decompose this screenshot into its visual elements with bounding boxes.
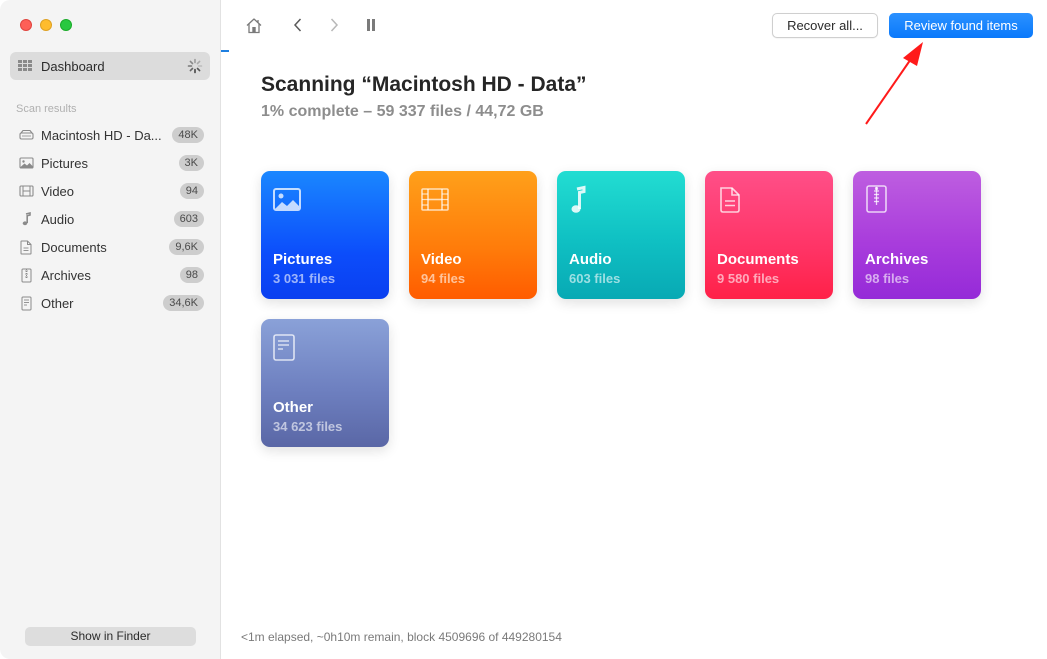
pause-button[interactable] [359,14,383,36]
home-button[interactable] [242,14,266,36]
sidebar-item-label: Video [41,183,75,199]
card-file-count: 3 031 files [273,271,336,286]
category-card-pictures[interactable]: Pictures 3 031 files [261,171,389,299]
category-card-audio[interactable]: Audio 603 files [557,171,685,299]
maximize-window-button[interactable] [60,19,72,31]
card-title: Other [273,399,314,416]
card-title: Documents [717,251,799,268]
sidebar-item-label: Dashboard [41,58,105,74]
forward-button[interactable] [322,14,346,36]
count-badge: 603 [173,211,204,227]
music-note-icon [571,185,586,213]
spinner-icon [187,58,203,74]
drive-icon [18,127,34,143]
archive-icon [866,185,887,213]
back-button[interactable] [286,14,310,36]
sidebar: Dashboard Scan results Macintosh HD - Da… [0,0,221,659]
show-in-finder-button[interactable]: Show in Finder [25,627,196,646]
category-card-archives[interactable]: Archives 98 files [853,171,981,299]
category-card-documents[interactable]: Documents 9 580 files [705,171,833,299]
card-file-count: 98 files [865,271,910,286]
count-badge: 98 [179,267,204,283]
home-icon [246,17,262,33]
document-icon [18,239,34,255]
sidebar-item-other[interactable]: Other 34,6K [0,289,221,317]
grid-icon [18,59,33,73]
minimize-window-button[interactable] [40,19,52,31]
sidebar-item-pictures[interactable]: Pictures 3K [0,149,221,177]
film-icon [421,188,449,211]
chevron-right-icon [330,18,339,32]
sidebar-item-label: Other [41,295,74,311]
film-icon [18,183,34,199]
window-controls [20,19,72,31]
document-icon [720,187,740,213]
sidebar-item-label: Archives [41,267,91,283]
sidebar-item-documents[interactable]: Documents 9,6K [0,233,221,261]
sidebar-item-label: Macintosh HD - Da... [41,127,162,143]
card-title: Video [421,251,462,268]
review-found-items-button[interactable]: Review found items [889,13,1033,38]
card-file-count: 603 files [569,271,621,286]
card-title: Pictures [273,251,333,268]
main-content: Recover all... Review found items Scanni… [221,0,1047,659]
close-window-button[interactable] [20,19,32,31]
annotation-arrow-icon [865,42,923,125]
card-file-count: 34 623 files [273,419,343,434]
card-file-count: 9 580 files [717,271,780,286]
picture-icon [18,155,34,171]
card-file-count: 94 files [421,271,466,286]
sidebar-item-video[interactable]: Video 94 [0,177,221,205]
picture-icon [273,188,301,211]
app-window: Dashboard Scan results Macintosh HD - Da… [0,0,1047,659]
scan-status-text: <1m elapsed, ~0h10m remain, block 450969… [241,630,562,644]
sidebar-item-label: Audio [41,211,75,227]
section-title-scan-results: Scan results [16,103,77,115]
pause-icon [367,19,375,31]
chevron-left-icon [293,18,302,32]
sidebar-item-audio[interactable]: Audio 603 [0,205,221,233]
scan-results-list: Macintosh HD - Da... 48K Pictures 3K Vid… [0,121,221,317]
card-title: Archives [865,251,929,268]
category-card-other[interactable]: Other 34 623 files [261,319,389,447]
sidebar-item-dashboard[interactable]: Dashboard [10,52,210,80]
count-badge: 9,6K [169,239,204,255]
file-icon [273,334,295,361]
count-badge: 48K [172,127,204,143]
recover-all-button[interactable]: Recover all... [772,13,878,38]
music-note-icon [18,211,34,227]
page-title: Scanning “Macintosh HD - Data” [261,73,587,96]
scan-summary: 1% complete – 59 337 files / 44,72 GB [261,103,544,120]
category-card-video[interactable]: Video 94 files [409,171,537,299]
sidebar-item-label: Pictures [41,155,88,171]
count-badge: 3K [178,155,204,171]
archive-icon [18,267,34,283]
card-title: Audio [569,251,612,268]
sidebar-item-label: Documents [41,239,107,255]
sidebar-item-archives[interactable]: Archives 98 [0,261,221,289]
file-icon [18,295,34,311]
count-badge: 94 [179,183,204,199]
scan-progress-bar [221,50,229,52]
sidebar-item-macintosh-hd[interactable]: Macintosh HD - Da... 48K [0,121,221,149]
count-badge: 34,6K [163,295,204,311]
